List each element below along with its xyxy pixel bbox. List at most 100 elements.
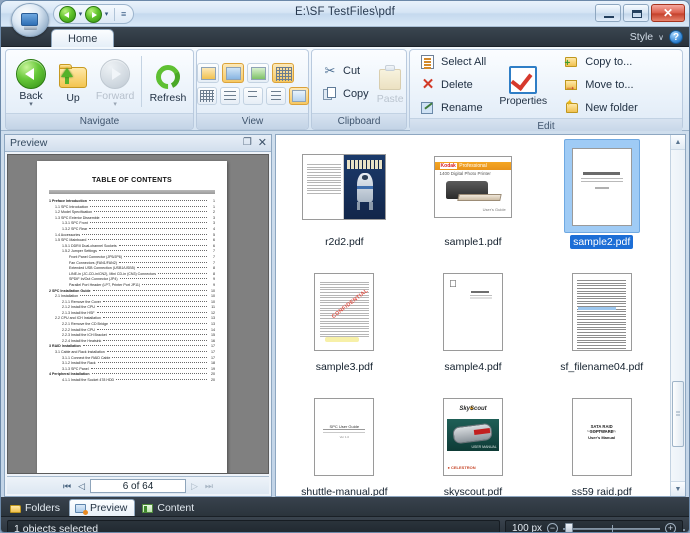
up-button[interactable]: Up [52, 61, 94, 104]
preview-close-icon[interactable]: ✕ [258, 138, 267, 149]
window-resize-grip[interactable] [676, 528, 687, 532]
qat-back-chevron-down-icon[interactable]: ▾ [77, 11, 84, 18]
preview-document-viewport[interactable]: TABLE OF CONTENTS 1 Preface Introduction… [7, 154, 269, 474]
help-icon[interactable]: ? [669, 30, 683, 44]
view-details-button[interactable] [271, 62, 294, 83]
toc-entry: SPDIF In/Out Connector (JP4) 9 [49, 277, 215, 281]
toc-leader [89, 227, 207, 229]
file-name-label: sample3.pdf [315, 361, 373, 373]
qat-forward-button[interactable] [85, 5, 102, 23]
file-item[interactable]: Kodak Professional 1400 Digital Photo Prin… [409, 143, 538, 268]
last-page-button[interactable]: ⏭ [203, 480, 215, 492]
cut-button[interactable]: ✂ Cut [319, 61, 374, 81]
toc-entry-text: 1.5 SPC Mainboard [55, 238, 87, 243]
copy-to-button[interactable]: + Copy to... [561, 52, 643, 72]
zoom-out-button[interactable]: − [547, 523, 559, 532]
file-thumbnail-wrap: SATA RAID SOFTWARE for use with the famil… [571, 395, 632, 479]
scroll-down-button[interactable]: ▼ [671, 481, 685, 496]
select-all-button[interactable]: Select All [417, 52, 491, 72]
file-thumbnail: CONFIDENTIAL [314, 273, 375, 351]
file-list-pane[interactable]: r2d2.pdf Kodak Professional 1400 Digital Ph… [275, 134, 686, 497]
view-tiles-button[interactable] [221, 62, 244, 83]
properties-button[interactable]: Properties [494, 64, 552, 107]
clipboard-group-title: Clipboard [312, 113, 406, 129]
view-icons-button[interactable] [246, 62, 269, 83]
new-folder-button[interactable]: ✦ New folder [561, 98, 643, 118]
file-thumbnail-wrap [302, 145, 387, 229]
toc-leader [116, 379, 207, 380]
scroll-up-button[interactable]: ▲ [671, 135, 685, 150]
toc-leader [136, 267, 207, 269]
close-button[interactable]: ✕ [651, 4, 685, 22]
toc-entry: 3 RAID Installation 17 [49, 344, 215, 348]
file-thumbnail [571, 273, 632, 351]
toc-leader [108, 334, 207, 336]
clipboard-group-body: ✂ Cut Copy Paste [312, 50, 406, 113]
view-group-title: View [197, 113, 308, 129]
file-name-label: sample1.pdf [444, 236, 502, 248]
file-item[interactable]: CONFIDENTIAL sample3.pdf [280, 268, 409, 393]
style-label[interactable]: Style [630, 31, 653, 43]
toc-entry-text: 1.3 SPC Exterior Dissemble [55, 215, 100, 220]
first-page-button[interactable]: ⏮ [61, 480, 73, 492]
view-thumbnails-button[interactable] [196, 62, 219, 83]
group-by-button[interactable] [265, 86, 286, 105]
navigate-group-title: Navigate [6, 113, 193, 129]
zoom-in-button[interactable]: + [665, 523, 676, 532]
toc-entry-page: 8 [213, 271, 215, 276]
delete-button[interactable]: ✕ Delete [417, 75, 491, 95]
file-name-label: shuttle-manual.pdf [301, 486, 388, 497]
page-number-input[interactable]: 6 of 64 [90, 478, 186, 493]
qat-forward-chevron-down-icon[interactable]: ▾ [103, 11, 110, 18]
minimize-button[interactable] [595, 4, 621, 22]
file-item[interactable]: SATA RAID SOFTWARE for use with the famil… [537, 393, 666, 496]
next-page-button[interactable]: ▷ [189, 480, 200, 492]
refresh-button[interactable]: Refresh [147, 60, 189, 104]
toc-entry-text: 1.5.2 Jumper Settings [62, 249, 97, 254]
file-item[interactable]: ✦ SkyScout USER MANUAL ● CELESTRON skyscout.… [409, 393, 538, 496]
zoom-slider[interactable] [563, 523, 660, 532]
scrollbar-thumb[interactable] [672, 381, 684, 447]
toc-entry: 1.5.1 DDRII Dual-channel Sockets 6 [49, 244, 215, 248]
pin-icon[interactable]: ❐ [243, 138, 252, 148]
preview-tab-folders[interactable]: Folders [5, 500, 67, 516]
style-chevron-down-icon[interactable]: ∨ [658, 33, 664, 42]
file-item[interactable]: SPC User Guide Ver 1.0 shuttle-manual.pdf [280, 393, 409, 497]
up-label: Up [66, 92, 80, 104]
qat-overflow-button[interactable]: ≡ [119, 9, 128, 19]
preview-pane-toggle-button[interactable] [288, 86, 309, 105]
qat-back-button[interactable] [59, 5, 76, 23]
previous-page-button[interactable]: ◁ [76, 480, 87, 492]
move-to-button[interactable]: → Move to... [561, 75, 643, 95]
forward-arrow-icon [100, 59, 131, 89]
back-chevron-down-icon[interactable]: ▾ [29, 101, 33, 108]
edit-commands-left: Select All ✕ Delete Rename [414, 52, 494, 118]
toc-leader [94, 211, 207, 213]
zoom-slider-knob[interactable] [565, 523, 574, 532]
toc-leader [91, 373, 207, 375]
toc-entry: 2.2.4 Install the Heatsink 16 [49, 339, 215, 343]
file-item[interactable]: sf_filename04.pdf [537, 268, 666, 393]
copy-button[interactable]: Copy [319, 84, 374, 104]
view-grid-button[interactable] [196, 86, 217, 105]
tab-home[interactable]: Home [51, 29, 115, 49]
maximize-button[interactable] [623, 4, 649, 22]
file-item[interactable]: sample2.pdf [537, 139, 666, 268]
file-thumbnail [571, 148, 632, 226]
preview-tab-content[interactable]: Content [137, 500, 201, 516]
sort-az-button[interactable] [242, 86, 263, 105]
select-all-label: Select All [441, 56, 487, 68]
file-pane-scrollbar[interactable]: ▲ ▼ [670, 135, 685, 496]
forward-button: Forward ▾ [94, 57, 136, 108]
title-bar: ▾ ▾ ≡ E:\SF TestFiles\pdf ✕ [1, 1, 689, 37]
application-orb-button[interactable] [11, 3, 49, 37]
file-item[interactable]: r2d2.pdf [280, 143, 409, 268]
preview-tab-preview[interactable]: Preview [69, 499, 136, 516]
refresh-label: Refresh [149, 92, 187, 104]
file-item[interactable]:  sample4.pdf [409, 268, 538, 393]
rename-button[interactable]: Rename [417, 98, 491, 118]
back-button[interactable]: Back ▾ [10, 57, 52, 108]
view-list-button[interactable] [219, 86, 240, 105]
toc-entry-text: 1.3.1 SPC Front [62, 221, 88, 226]
toc-entry-text: Fan Connectors (FAN1/FAN2) [69, 260, 117, 265]
